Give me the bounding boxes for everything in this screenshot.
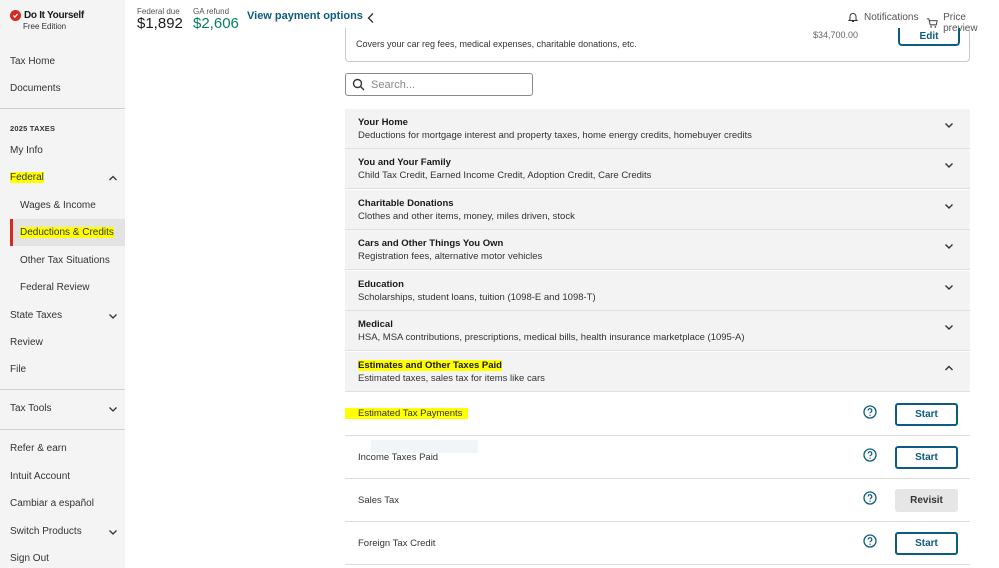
category-your-home[interactable]: Your Home Deductions for mortgage intere… bbox=[345, 109, 970, 149]
sidebar: Do It Yourself Free Edition Tax Home Doc… bbox=[0, 0, 125, 568]
category-medical[interactable]: Medical HSA, MSA contributions, prescrip… bbox=[345, 311, 970, 351]
category-you-and-your-family[interactable]: You and Your Family Child Tax Credit, Ea… bbox=[345, 149, 970, 189]
help-icon[interactable] bbox=[863, 534, 877, 548]
sidebar-section-heading: 2025 TAXES bbox=[10, 124, 56, 133]
sidebar-item-tax-home[interactable]: Tax Home bbox=[10, 56, 55, 67]
help-icon[interactable] bbox=[863, 448, 877, 462]
category-cars-and-other-things[interactable]: Cars and Other Things You Own Registrati… bbox=[345, 230, 970, 270]
help-icon[interactable] bbox=[863, 491, 877, 505]
deductions-summary-card: Covers your car reg fees, medical expens… bbox=[345, 28, 970, 62]
notifications-label: Notifications bbox=[864, 11, 919, 23]
category-title: Your Home bbox=[358, 117, 408, 128]
item-label: Estimated Tax Payments bbox=[345, 408, 469, 419]
sidebar-item-documents[interactable]: Documents bbox=[10, 83, 61, 94]
item-row-estimated-tax-payments: Estimated Tax Payments Start bbox=[345, 393, 970, 436]
start-button[interactable]: Start bbox=[895, 446, 958, 469]
category-description: Estimated taxes, sales tax for items lik… bbox=[358, 373, 545, 384]
chevron-down-icon[interactable] bbox=[108, 527, 118, 537]
sidebar-item-switch-products[interactable]: Switch Products bbox=[10, 526, 82, 537]
item-label: Sales Tax bbox=[358, 495, 400, 506]
search-input[interactable] bbox=[371, 78, 521, 91]
category-title: Estimates and Other Taxes Paid bbox=[358, 360, 502, 371]
notifications-button[interactable]: Notifications bbox=[847, 11, 918, 23]
category-description: Scholarships, student loans, tuition (10… bbox=[358, 292, 596, 303]
sidebar-item-refer-earn[interactable]: Refer & earn bbox=[10, 443, 67, 454]
category-title: Medical bbox=[358, 319, 393, 330]
item-label: Foreign Tax Credit bbox=[358, 538, 436, 549]
category-title: Cars and Other Things You Own bbox=[358, 238, 504, 249]
category-charitable-donations[interactable]: Charitable Donations Clothes and other i… bbox=[345, 190, 970, 230]
sidebar-item-wages-income[interactable]: Wages & Income bbox=[20, 200, 96, 211]
bell-icon bbox=[847, 13, 859, 22]
chevron-down-icon[interactable] bbox=[944, 322, 954, 332]
sidebar-item-federal-review[interactable]: Federal Review bbox=[20, 282, 89, 293]
summary-card-amount: $34,700.00 bbox=[813, 30, 859, 40]
chevron-down-icon[interactable] bbox=[944, 120, 954, 130]
sidebar-divider bbox=[0, 108, 125, 109]
category-description: Registration fees, alternative motor veh… bbox=[358, 251, 543, 262]
federal-due-amount: $1,892 bbox=[137, 15, 183, 32]
sidebar-item-tax-tools[interactable]: Tax Tools bbox=[10, 403, 52, 414]
help-icon[interactable] bbox=[863, 405, 877, 419]
revisit-button[interactable]: Revisit bbox=[895, 489, 958, 512]
chevron-down-icon[interactable] bbox=[944, 201, 954, 211]
start-button[interactable]: Start bbox=[895, 403, 958, 426]
edition-label: Free Edition bbox=[23, 22, 67, 31]
chevron-left-icon[interactable] bbox=[366, 12, 376, 24]
category-description: Deductions for mortgage interest and pro… bbox=[358, 130, 752, 141]
category-description: Child Tax Credit, Earned Income Credit, … bbox=[358, 170, 652, 181]
sidebar-item-federal-label: Federal bbox=[10, 172, 44, 183]
category-description: HSA, MSA contributions, prescriptions, m… bbox=[358, 332, 745, 343]
category-title: Charitable Donations bbox=[358, 198, 454, 209]
sidebar-item-review[interactable]: Review bbox=[10, 337, 43, 348]
sidebar-item-federal[interactable]: Federal bbox=[10, 172, 44, 183]
brand-name: Do It Yourself bbox=[24, 10, 84, 21]
checkmark-logo-icon bbox=[10, 10, 21, 21]
sidebar-item-intuit-account[interactable]: Intuit Account bbox=[10, 471, 70, 482]
sidebar-item-state-taxes[interactable]: State Taxes bbox=[10, 310, 62, 321]
search-icon bbox=[352, 78, 365, 91]
sidebar-divider bbox=[0, 389, 125, 390]
category-title-text: Estimates and Other Taxes Paid bbox=[358, 360, 502, 371]
search-box[interactable] bbox=[345, 73, 533, 96]
chevron-up-icon[interactable] bbox=[944, 363, 954, 373]
chevron-down-icon[interactable] bbox=[944, 282, 954, 292]
start-button[interactable]: Start bbox=[895, 532, 958, 555]
item-label: Income Taxes Paid bbox=[358, 452, 439, 463]
sidebar-item-deductions-credits-label: Deductions & Credits bbox=[20, 227, 114, 238]
sidebar-item-my-info[interactable]: My Info bbox=[10, 145, 43, 156]
category-title: Education bbox=[358, 279, 404, 290]
view-payment-options-link[interactable]: View payment options bbox=[247, 10, 363, 22]
chevron-up-icon[interactable] bbox=[108, 173, 118, 183]
brand-logo: Do It Yourself Free Edition bbox=[10, 10, 84, 31]
category-description: Clothes and other items, money, miles dr… bbox=[358, 211, 575, 222]
item-row-income-taxes-paid: Income Taxes Paid Start bbox=[345, 436, 970, 479]
category-education[interactable]: Education Scholarships, student loans, t… bbox=[345, 271, 970, 311]
chevron-down-icon[interactable] bbox=[944, 160, 954, 170]
category-estimates-and-other-taxes-paid[interactable]: Estimates and Other Taxes Paid Estimated… bbox=[345, 352, 970, 392]
edit-button[interactable]: Edit bbox=[898, 28, 960, 46]
chevron-down-icon[interactable] bbox=[108, 404, 118, 414]
item-row-foreign-tax-credit: Foreign Tax Credit Start bbox=[345, 522, 970, 565]
state-refund-amount: $2,606 bbox=[193, 15, 239, 32]
summary-card-description: Covers your car reg fees, medical expens… bbox=[356, 39, 637, 49]
category-title: You and Your Family bbox=[358, 157, 451, 168]
chevron-down-icon[interactable] bbox=[944, 241, 954, 251]
item-row-sales-tax: Sales Tax Revisit bbox=[345, 479, 970, 522]
sidebar-item-other-tax-situations[interactable]: Other Tax Situations bbox=[20, 255, 110, 266]
sidebar-item-deductions-credits[interactable]: Deductions & Credits bbox=[20, 227, 114, 238]
item-label-text: Estimated Tax Payments bbox=[345, 408, 469, 419]
chevron-down-icon[interactable] bbox=[108, 311, 118, 321]
sidebar-item-cambiar-espanol[interactable]: Cambiar a español bbox=[10, 498, 94, 509]
sidebar-divider bbox=[0, 429, 125, 430]
sidebar-item-file[interactable]: File bbox=[10, 364, 26, 375]
sidebar-item-sign-out[interactable]: Sign Out bbox=[10, 553, 49, 564]
